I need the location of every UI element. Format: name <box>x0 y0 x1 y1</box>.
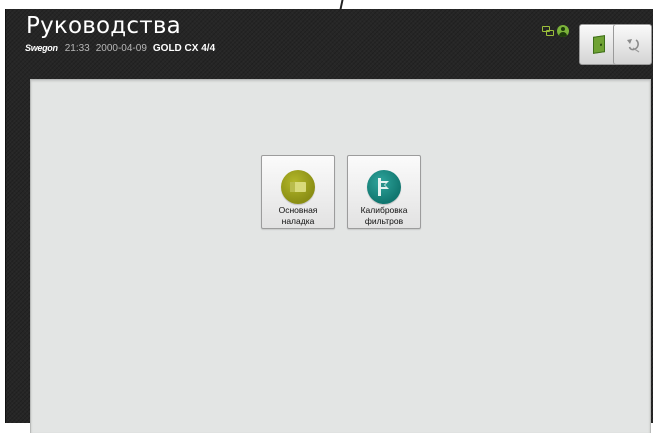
unit-name: GOLD CX 4/4 <box>152 43 216 54</box>
back-button[interactable] <box>613 24 652 65</box>
tile-filter-calibration-label: Калибровка фильтров <box>360 205 408 226</box>
tile-basic-setup-label: Основная наладка <box>278 205 318 226</box>
status-line: Swegon 21:33 2000-04-09 GOLD CX 4/4 <box>25 43 215 54</box>
tile-filter-calibration[interactable]: Калибровка фильтров <box>347 155 421 229</box>
status-icons <box>542 25 569 37</box>
user-icon <box>557 25 569 37</box>
device-screen: Руководства Swegon 21:33 2000-04-09 GOLD… <box>5 9 653 433</box>
exit-door-icon <box>592 35 605 54</box>
back-arrow-icon <box>626 38 639 52</box>
clock-date: 2000-04-09 <box>95 43 147 54</box>
basic-setup-icon <box>281 170 315 204</box>
main-panel: Основная наладка Калибровка фильтров <box>30 79 651 433</box>
clock-time: 21:33 <box>64 43 90 54</box>
tile-basic-setup[interactable]: Основная наладка <box>261 155 335 229</box>
filter-calibration-icon <box>367 170 401 204</box>
page-title: Руководства <box>26 13 181 39</box>
network-icon <box>542 26 554 36</box>
brand-logo: Swegon <box>25 43 58 53</box>
